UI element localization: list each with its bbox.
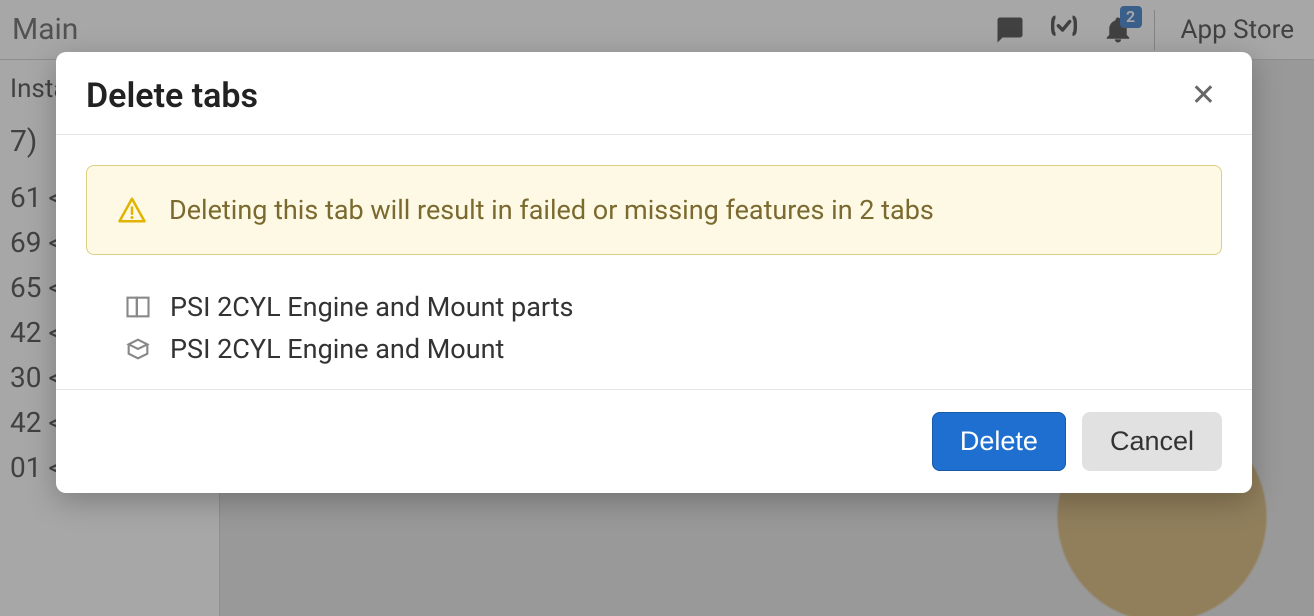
delete-button[interactable]: Delete — [932, 412, 1066, 471]
dialog-footer: Delete Cancel — [56, 390, 1252, 493]
delete-tabs-dialog: Delete tabs ✕ Deleting this tab will res… — [56, 52, 1252, 493]
close-icon[interactable]: ✕ — [1185, 77, 1222, 115]
dialog-title: Delete tabs — [86, 76, 258, 116]
affected-tab-item: PSI 2CYL Engine and Mount — [124, 333, 1222, 365]
warning-icon — [117, 195, 147, 225]
affected-tabs-list: PSI 2CYL Engine and Mount parts PSI 2CYL… — [86, 291, 1222, 365]
warning-text: Deleting this tab will result in failed … — [169, 194, 934, 226]
affected-tab-label: PSI 2CYL Engine and Mount parts — [170, 291, 573, 323]
dialog-body: Deleting this tab will result in failed … — [56, 135, 1252, 390]
dialog-header: Delete tabs ✕ — [56, 52, 1252, 135]
assembly-icon — [124, 335, 152, 363]
warning-banner: Deleting this tab will result in failed … — [86, 165, 1222, 255]
partstudio-icon — [124, 293, 152, 321]
cancel-button[interactable]: Cancel — [1082, 412, 1222, 471]
affected-tab-item: PSI 2CYL Engine and Mount parts — [124, 291, 1222, 323]
affected-tab-label: PSI 2CYL Engine and Mount — [170, 333, 504, 365]
